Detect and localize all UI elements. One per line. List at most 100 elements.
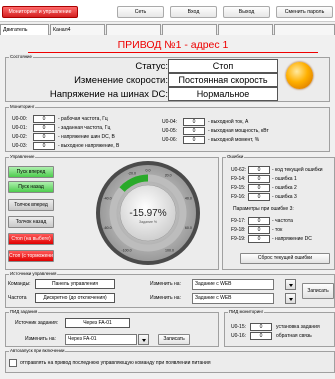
nav-login-button[interactable]: Вход xyxy=(170,6,217,18)
stop-brake-button[interactable]: Стоп (с торможением) xyxy=(8,250,54,262)
pid-source-label: Источник задания: xyxy=(15,320,59,326)
monitor-row-right-description: - выходной ток, А xyxy=(208,119,249,125)
gauge-value-text: -15.97% xyxy=(129,208,166,219)
pid-section-title: ПИД задания xyxy=(9,309,39,314)
autorun-label: отправлять на привод последнюю управляющ… xyxy=(20,360,211,366)
commands-select[interactable]: Задание с WEB xyxy=(192,279,274,290)
error-param-row-description: - ток xyxy=(272,227,283,233)
pid-monitor-row-code: U0-15: xyxy=(231,324,247,330)
tab-empty-1[interactable] xyxy=(106,24,161,35)
pid-source-select-arrow-icon[interactable] xyxy=(138,334,149,345)
error-params-title: Параметры при ошибке 3: xyxy=(233,206,294,212)
monitor-row-left-description: - рабочая частота, Гц xyxy=(58,116,108,122)
pid-monitor-row-description: установка задания xyxy=(276,324,320,330)
error-row-value: 0 xyxy=(248,193,270,201)
monitor-row-right-description: - выходная мощность, кВт xyxy=(208,128,269,134)
tab-motor[interactable]: Двигатель xyxy=(0,24,49,35)
error-row-value: 0 xyxy=(248,175,270,183)
monitor-row-left-value: 0 xyxy=(33,124,55,132)
commands-select-arrow-icon[interactable] xyxy=(285,279,296,290)
pid-write-button[interactable]: Записать xyxy=(158,334,190,345)
jog-forward-button[interactable]: Толчок вперед xyxy=(8,199,54,211)
monitor-row-left-value: 0 xyxy=(33,115,55,123)
frequency-value: Дискретно (до отключения) xyxy=(35,293,115,303)
control-section-title: Управление xyxy=(9,154,36,159)
pid-monitor-row-description: обратная связь xyxy=(276,333,312,339)
tab-bar: Двигатель Канал4 xyxy=(0,23,335,35)
error-param-row-value: 0 xyxy=(248,235,270,243)
error-row-value: 0 xyxy=(248,166,270,174)
monitor-row-left-code: U0-01: xyxy=(12,125,28,131)
error-param-row-code: F9-17: xyxy=(231,218,246,224)
gauge-tick-label: -20.0 xyxy=(128,171,136,175)
commands-label: Команды: xyxy=(8,281,31,287)
sources-section-title: Источники управления xyxy=(9,271,58,276)
change-commands-label: Изменить на: xyxy=(150,281,181,287)
frequency-select-arrow-icon[interactable] xyxy=(285,293,296,304)
error-param-row-description: - напряжение DC xyxy=(272,236,312,242)
gauge-sublabel: Задание % xyxy=(139,220,157,224)
state-section-title: Состояние xyxy=(9,54,33,59)
nav-logout-button[interactable]: Выход xyxy=(223,6,270,18)
sources-write-button[interactable]: Записать xyxy=(302,283,334,299)
pid-source-select[interactable]: Через FA-01 xyxy=(65,334,137,345)
status-value: Стоп xyxy=(168,59,278,73)
dc-voltage-label: Напряжение на шинах DC: xyxy=(49,89,168,100)
error-row-value: 0 xyxy=(248,184,270,192)
speed-gauge[interactable]: -15.97% Задание % -20.0 0.0 20.0 40.0 60.0 10… xyxy=(95,160,201,266)
error-row-code: F9-15: xyxy=(231,185,246,191)
monitor-row-left-description: - напряжение шин DC, В xyxy=(58,134,115,140)
error-param-row-description: - частота xyxy=(272,218,293,224)
tab-empty-3[interactable] xyxy=(218,24,273,35)
start-reverse-button[interactable]: Пуск назад xyxy=(8,181,54,193)
monitoring-section-title: Мониторинг xyxy=(9,104,36,109)
error-row-description: - код текущей ошибки xyxy=(272,167,323,173)
error-param-row-code: F9-18: xyxy=(231,227,246,233)
autorun-checkbox[interactable] xyxy=(9,359,17,367)
monitor-row-left-description: - выходное напряжение, В xyxy=(58,143,120,149)
error-param-row-code: F9-19: xyxy=(231,236,246,242)
tab-channel4[interactable]: Канал4 xyxy=(50,24,105,35)
commands-value: Панель управления xyxy=(35,279,115,289)
error-row-code: F9-16: xyxy=(231,194,246,200)
frequency-select[interactable]: Задание с WEB xyxy=(192,293,274,304)
tab-empty-4[interactable] xyxy=(274,24,335,35)
autorun-section-title: Автозапуск при включении xyxy=(9,348,66,353)
monitor-row-right-value: 0 xyxy=(183,136,205,144)
error-row-code: U0-62: xyxy=(231,167,247,173)
jog-reverse-button[interactable]: Толчок назад xyxy=(8,216,54,228)
nav-change-password-button[interactable]: Сменить пароль xyxy=(276,6,333,18)
monitor-row-left-code: U0-03: xyxy=(12,143,28,149)
monitor-row-left-value: 0 xyxy=(33,133,55,141)
change-frequency-label: Изменить на: xyxy=(150,295,181,301)
page-title: ПРИВОД №1 - адрес 1 xyxy=(28,38,318,53)
monitor-row-left-code: U0-02: xyxy=(12,134,28,140)
gauge-tick-label: 0.0 xyxy=(146,168,151,172)
speed-change-label: Изменение скорости: xyxy=(74,75,168,86)
pid-source-value: Через FA-01 xyxy=(65,318,130,328)
pid-change-label: Изменить на: xyxy=(25,336,56,342)
monitor-row-right-code: U0-06: xyxy=(162,137,178,143)
gauge-tick-label: -60.0 xyxy=(103,226,111,230)
pid-monitor-section-title: ПИД мониторинг xyxy=(228,309,265,314)
monitor-row-right-code: U0-05: xyxy=(162,128,178,134)
start-forward-button[interactable]: Пуск вперед xyxy=(8,166,54,178)
pid-monitor-row-code: U0-16: xyxy=(231,333,247,339)
reset-error-button[interactable]: Сброс текущей ошибки xyxy=(240,253,330,264)
nav-network-button[interactable]: Сеть xyxy=(117,6,164,18)
gauge-tick-label: 60.0 xyxy=(185,226,192,230)
monitor-row-right-value: 0 xyxy=(183,118,205,126)
error-row-description: - ошибка 2 xyxy=(272,185,297,191)
monitor-row-right-code: U0-04: xyxy=(162,119,178,125)
gauge-tick-label: -100.0 xyxy=(121,249,131,253)
stop-coast-button[interactable]: Стоп (на выбеге) xyxy=(8,233,54,245)
error-row-code: F9-14: xyxy=(231,176,246,182)
error-row-description: - ошибка 1 xyxy=(272,176,297,182)
error-param-row-value: 0 xyxy=(248,217,270,225)
nav-monitoring-button[interactable]: Мониторинг и управление xyxy=(2,6,78,18)
monitor-row-left-value: 0 xyxy=(33,142,55,150)
frequency-label: Частота xyxy=(8,295,27,301)
monitor-row-right-description: - выходной момент, % xyxy=(208,137,260,143)
tab-empty-2[interactable] xyxy=(162,24,217,35)
pid-monitor-row-value: 0 xyxy=(250,332,272,340)
